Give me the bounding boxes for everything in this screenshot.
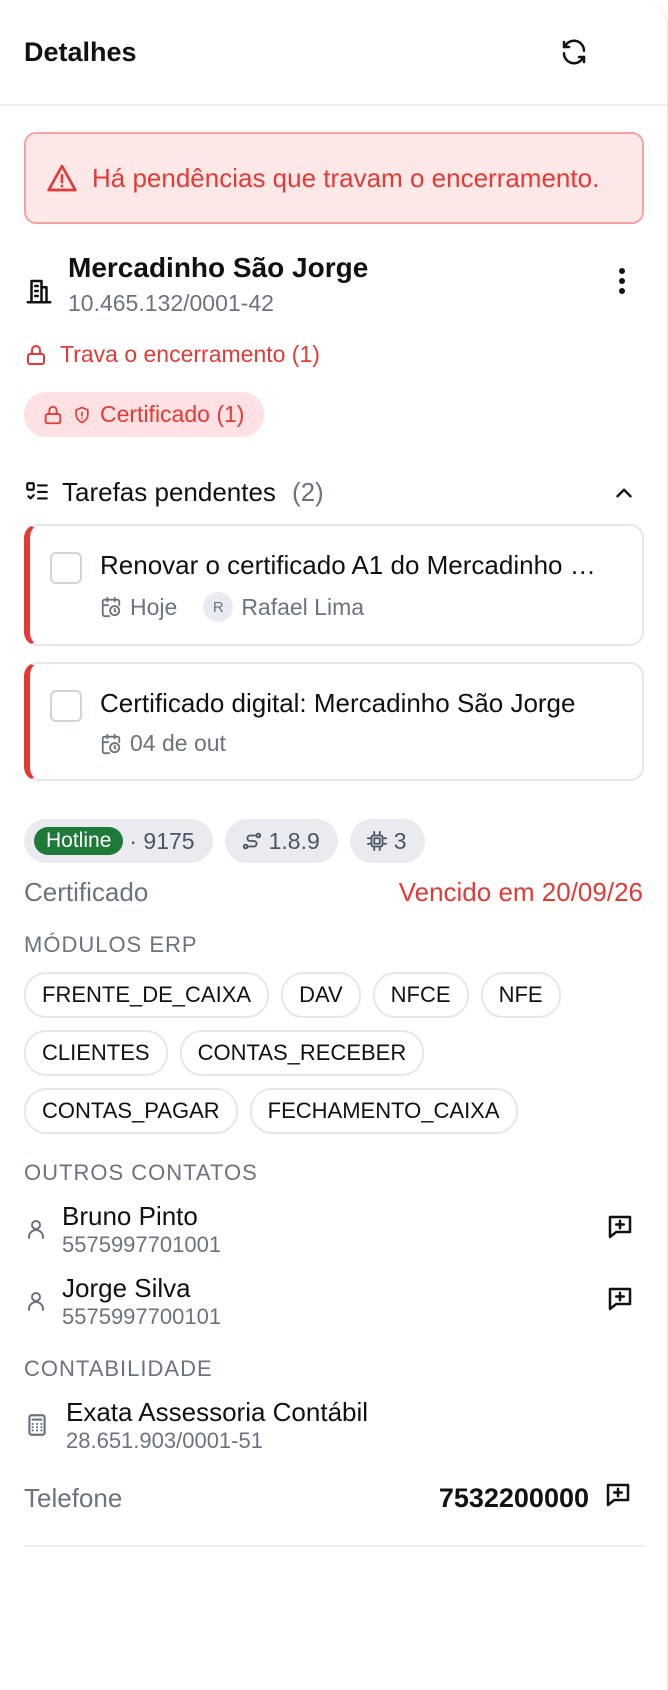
contact-name: Jorge Silva: [62, 1273, 191, 1303]
company-card: Mercadinho São Jorge 10.465.132/0001-42: [24, 250, 643, 317]
module-chip: NFE: [480, 972, 561, 1018]
hotline-badge: Hotline · 9175: [24, 819, 213, 863]
message-plus-icon: [608, 1215, 632, 1238]
module-chip: CLIENTES: [24, 1030, 168, 1076]
refresh-icon: [562, 39, 586, 65]
accounting-title: CONTABILIDADE: [24, 1356, 213, 1381]
hotline-number: · 9175: [129, 827, 195, 854]
task-due: Hoje: [130, 593, 178, 620]
contact-item: Bruno Pinto 5575997701001: [24, 1200, 643, 1258]
cpu-badge: 3: [349, 819, 425, 863]
panel-header: Detalhes: [0, 0, 667, 106]
alert-text: Há pendências que travam o encerramento.: [92, 163, 600, 193]
module-chip: FRENTE_DE_CAIXA: [24, 972, 270, 1018]
hotline-label: Hotline: [34, 827, 124, 855]
refresh-button[interactable]: [559, 37, 589, 67]
message-contact-button[interactable]: [605, 1284, 635, 1319]
task-title: Renovar o certificado A1 do Mercadinho S…: [100, 550, 610, 580]
tasks-count: (2): [291, 477, 324, 507]
module-chip: CONTAS_PAGAR: [24, 1088, 238, 1134]
certificate-block-badge[interactable]: Certificado (1): [24, 392, 265, 437]
lock-warning: Trava o encerramento (1): [24, 341, 643, 368]
accounting-name: Exata Assessoria Contábil: [66, 1397, 369, 1427]
calendar-clock-icon: [101, 596, 121, 618]
module-chip: CONTAS_RECEBER: [179, 1030, 425, 1076]
module-chip: DAV: [281, 972, 361, 1018]
modules-list: FRENTE_DE_CAIXA DAV NFCE NFE CLIENTES CO…: [24, 972, 584, 1134]
divider: [24, 1545, 644, 1547]
tasks-title: Tarefas pendentes: [62, 477, 276, 507]
route-icon: [242, 832, 261, 850]
contact-phone: 5575997700101: [62, 1304, 222, 1329]
blocking-alert: Há pendências que travam o encerramento.: [24, 132, 644, 224]
lock-icon: [44, 405, 62, 424]
chevron-up-icon[interactable]: [611, 480, 637, 506]
cert-pill-label: Certificado (1): [100, 401, 245, 427]
task-card[interactable]: Renovar o certificado A1 do Mercadinho S…: [24, 524, 644, 646]
task-card[interactable]: Certificado digital: Mercadinho São Jorg…: [24, 662, 644, 781]
building-icon: [26, 279, 52, 304]
company-cnpj: 10.465.132/0001-42: [68, 290, 274, 316]
calculator-icon: [28, 1414, 46, 1436]
message-plus-icon: [608, 1287, 632, 1310]
accounting-cnpj: 28.651.903/0001-51: [66, 1428, 263, 1453]
shield-icon: [75, 406, 89, 423]
task-checkbox[interactable]: [50, 690, 82, 722]
details-panel: Detalhes Há pendências que travam o ence…: [0, 0, 668, 1690]
pending-tasks-header[interactable]: Tarefas pendentes (2): [24, 477, 643, 508]
cpu-icon: [366, 830, 387, 852]
modules-title: MÓDULOS ERP: [24, 932, 198, 957]
accounting-phone: 7532200000: [438, 1483, 589, 1513]
calendar-clock-icon: [101, 733, 121, 754]
user-icon: [28, 1292, 44, 1311]
certificate-label: Certificado: [24, 877, 149, 907]
contact-phone: 5575997701001: [62, 1232, 222, 1257]
module-chip: NFCE: [372, 972, 469, 1018]
lock-icon: [27, 344, 45, 365]
contact-name: Bruno Pinto: [62, 1201, 198, 1231]
task-checkbox[interactable]: [50, 552, 82, 584]
checklist-icon: [26, 481, 48, 499]
message-contact-button[interactable]: [605, 1212, 635, 1247]
task-title: Certificado digital: Mercadinho São Jorg…: [100, 688, 576, 718]
phone-label: Telefone: [24, 1483, 123, 1513]
page-title: Detalhes: [24, 36, 137, 67]
user-icon: [28, 1220, 44, 1239]
message-plus-icon: [606, 1483, 630, 1507]
kebab-icon: [619, 268, 625, 294]
avatar: R: [203, 592, 234, 622]
version-badge: 1.8.9: [224, 819, 338, 863]
more-options-button[interactable]: [615, 266, 629, 301]
contact-item: Jorge Silva 5575997700101: [24, 1272, 643, 1330]
version-text: 1.8.9: [268, 827, 320, 854]
task-assignee: Rafael Lima: [241, 593, 365, 620]
status-badges: Hotline · 9175 1.8.9 3: [24, 819, 643, 863]
company-name: Mercadinho São Jorge: [68, 252, 369, 283]
task-due: 04 de out: [130, 730, 226, 756]
cpu-text: 3: [393, 827, 407, 854]
message-accounting-button[interactable]: [603, 1480, 633, 1517]
alert-triangle-icon: [47, 164, 77, 192]
lock-text: Trava o encerramento (1): [60, 341, 320, 367]
accounting-phone-row: Telefone 7532200000: [24, 1480, 643, 1517]
certificate-status: Vencido em 20/09/26: [398, 877, 643, 907]
certificate-row: Certificado Vencido em 20/09/26: [24, 877, 643, 908]
contacts-title: OUTROS CONTATOS: [24, 1160, 258, 1185]
module-chip: FECHAMENTO_CAIXA: [249, 1088, 518, 1134]
accounting-firm: Exata Assessoria Contábil 28.651.903/000…: [24, 1396, 643, 1454]
